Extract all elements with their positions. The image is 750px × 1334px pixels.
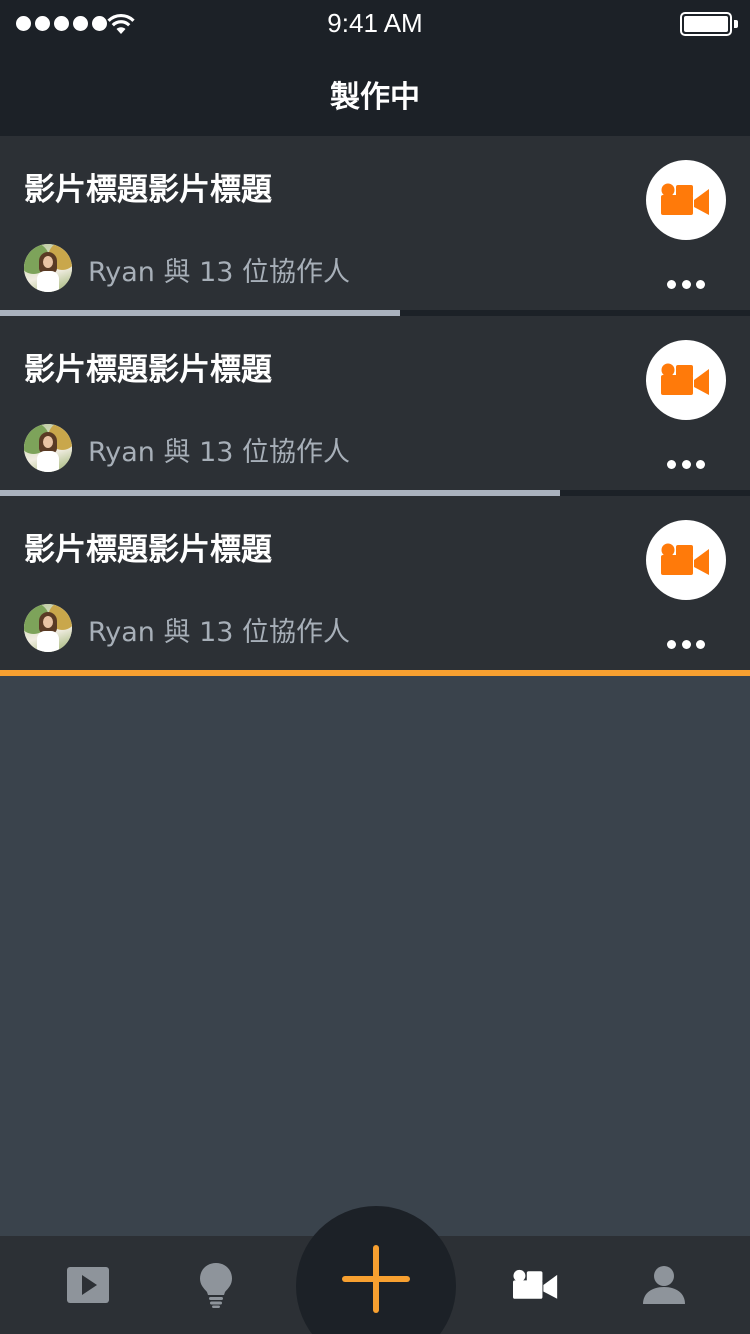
- page-title: 製作中: [330, 80, 420, 115]
- plus-icon: [342, 1245, 410, 1313]
- nav-bar: 製作中: [0, 48, 750, 136]
- avatar: [24, 424, 72, 472]
- create-button[interactable]: [296, 1206, 456, 1334]
- project-title: 影片標題影片標題: [24, 172, 272, 208]
- video-camera-icon: [661, 543, 709, 575]
- more-dots-icon: [667, 279, 676, 289]
- status-bar: 9:41 AM: [0, 0, 750, 48]
- lightbulb-icon: [200, 1263, 232, 1308]
- record-video-button[interactable]: [646, 160, 726, 240]
- avatar: [24, 604, 72, 652]
- video-camera-icon: [661, 183, 709, 215]
- battery-full-icon: [680, 12, 738, 38]
- play-icon: [67, 1267, 109, 1303]
- tab-projects[interactable]: [486, 1236, 586, 1334]
- more-dots-icon: [667, 639, 676, 649]
- record-video-button[interactable]: [646, 340, 726, 420]
- project-card[interactable]: 影片標題影片標題 Ryan 與 13 位協作人: [0, 496, 750, 676]
- project-title: 影片標題影片標題: [24, 532, 272, 568]
- tab-ideas[interactable]: [166, 1236, 266, 1334]
- progress-track: [0, 670, 750, 676]
- person-icon: [643, 1266, 685, 1304]
- collaborators-text: Ryan 與 13 位協作人: [88, 437, 351, 468]
- avatar: [24, 244, 72, 292]
- collaborators-text: Ryan 與 13 位協作人: [88, 257, 351, 288]
- more-options-button[interactable]: [662, 634, 710, 654]
- record-video-button[interactable]: [646, 520, 726, 600]
- more-options-button[interactable]: [662, 454, 710, 474]
- progress-bar: [0, 670, 750, 676]
- more-dots-icon: [667, 459, 676, 469]
- more-options-button[interactable]: [662, 274, 710, 294]
- project-list: 影片標題影片標題 Ryan 與 13 位協作人 影片標題影片標題 Ryan 與 …: [0, 136, 750, 676]
- tab-play[interactable]: [38, 1236, 138, 1334]
- project-card[interactable]: 影片標題影片標題 Ryan 與 13 位協作人: [0, 316, 750, 496]
- video-camera-icon: [661, 363, 709, 395]
- tab-profile[interactable]: [614, 1236, 714, 1334]
- collaborators-text: Ryan 與 13 位協作人: [88, 617, 351, 648]
- project-title: 影片標題影片標題: [24, 352, 272, 388]
- project-card[interactable]: 影片標題影片標題 Ryan 與 13 位協作人: [0, 136, 750, 316]
- status-time: 9:41 AM: [327, 8, 423, 38]
- video-camera-icon: [513, 1269, 558, 1299]
